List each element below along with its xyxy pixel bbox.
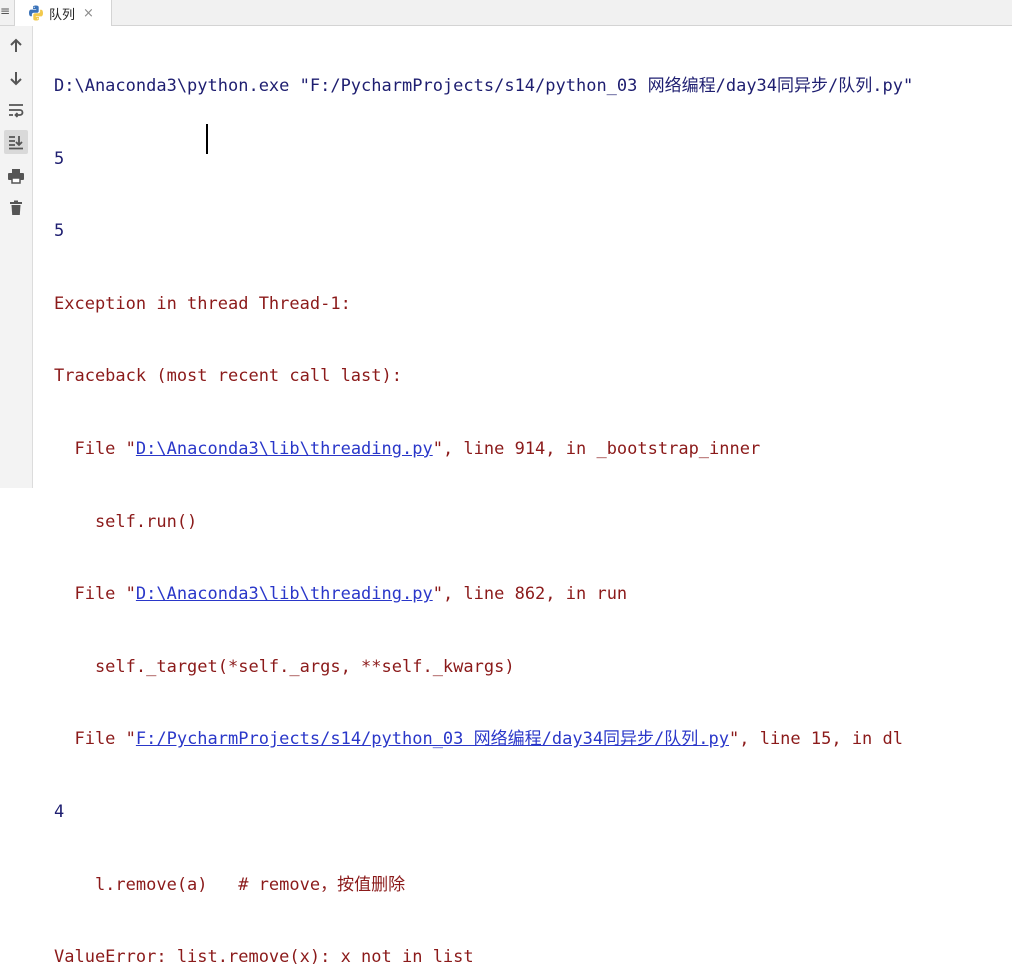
console-toolbar [0, 26, 33, 488]
file-link[interactable]: F:/PycharmProjects/s14/python_03 网络编程/da… [136, 729, 729, 749]
console-line-traceback-frame: File "D:\Anaconda3\lib\threading.py", li… [54, 578, 1004, 611]
tab-run-queue[interactable]: 队列 × [14, 0, 112, 26]
print-icon [8, 169, 24, 184]
scroll-to-end-button[interactable] [4, 130, 28, 154]
text-cursor [206, 124, 208, 154]
console-line-exception: Exception in thread Thread-1: [54, 293, 351, 314]
console-line-traceback-code: self._target(*self._args, **self._kwargs… [54, 656, 515, 677]
clear-all-button[interactable] [4, 196, 28, 220]
tab-label: 队列 [49, 7, 76, 23]
frame-prefix: File " [54, 729, 136, 750]
console-line-command: D:\Anaconda3\python.exe "F:/PycharmProje… [54, 76, 914, 96]
frame-prefix: File " [54, 584, 136, 605]
scroll-down-button[interactable] [4, 66, 28, 90]
soft-wrap-button[interactable] [4, 98, 28, 122]
console-line-traceback-frame: File "D:\Anaconda3\lib\threading.py", li… [54, 433, 1004, 466]
frame-prefix: File " [54, 438, 136, 459]
scroll-up-button[interactable] [4, 34, 28, 58]
file-link[interactable]: D:\Anaconda3\lib\threading.py [136, 439, 433, 459]
soft-wrap-icon [9, 104, 24, 118]
frame-suffix: ", line 862, in run [432, 584, 628, 605]
console-line-traceback-code: self.run() [54, 511, 198, 532]
scroll-down-icon [10, 72, 22, 86]
tab-overflow-glyph[interactable]: ≡ [0, 4, 10, 18]
file-link[interactable]: D:\Anaconda3\lib\threading.py [136, 584, 433, 604]
console-line-output: 5 [54, 148, 65, 169]
console-line-traceback-code: l.remove(a) # remove，按值删除 [54, 874, 406, 895]
python-file-icon [27, 4, 45, 22]
scroll-up-icon [10, 38, 22, 52]
trash-icon [10, 200, 22, 215]
frame-suffix: ", line 914, in _bootstrap_inner [432, 438, 761, 459]
scroll-to-end-icon [9, 136, 23, 150]
console-line-traceback-frame: File "F:/PycharmProjects/s14/python_03 网… [54, 723, 1004, 756]
console-line-error: ValueError: list.remove(x): x not in lis… [54, 947, 474, 968]
console-line-output: 4 [54, 801, 65, 822]
print-button[interactable] [4, 164, 28, 188]
console-line-output: 5 [54, 221, 65, 242]
close-icon[interactable]: × [83, 6, 94, 21]
console-output[interactable]: D:\Anaconda3\python.exe "F:/PycharmProje… [54, 30, 1004, 976]
frame-suffix: ", line 15, in dl [729, 729, 903, 750]
console-line-traceback-header: Traceback (most recent call last): [54, 366, 402, 387]
editor-tab-bar: ≡ 队列 × [0, 0, 1012, 26]
